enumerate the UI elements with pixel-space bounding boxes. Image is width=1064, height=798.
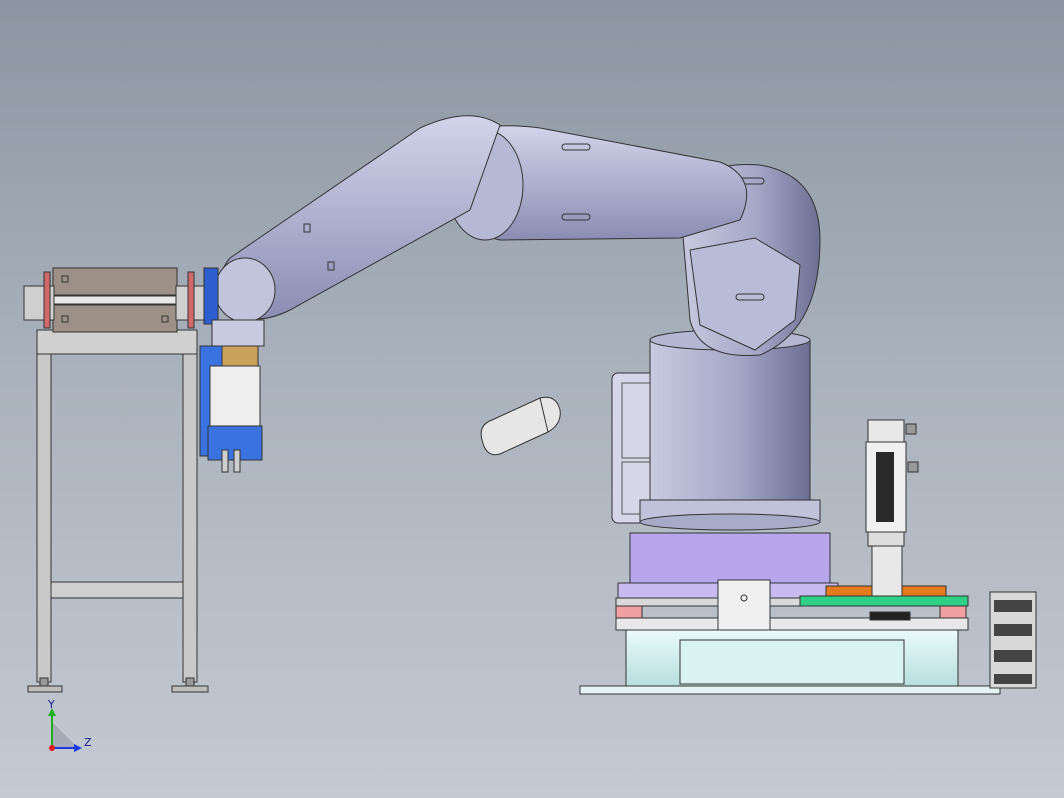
robot-assembly-scene[interactable]: Y Z [0, 0, 1064, 798]
cable-carrier [989, 591, 1037, 689]
coordinate-triad: Y Z [47, 698, 92, 752]
robot-base-column [639, 329, 821, 531]
conveyor-stand [27, 329, 209, 693]
y-axis-label: Y [47, 698, 55, 711]
x-axis-origin-dot [49, 745, 55, 751]
z-axis-arrow-icon [74, 744, 82, 752]
z-axis-label: Z [84, 736, 92, 749]
cad-viewport[interactable]: Y Z [0, 0, 1064, 798]
base-pedestal [579, 629, 1001, 695]
conveyor-rollers [23, 267, 207, 333]
workpiece-capsule [480, 396, 561, 456]
servo-motor [865, 419, 919, 597]
